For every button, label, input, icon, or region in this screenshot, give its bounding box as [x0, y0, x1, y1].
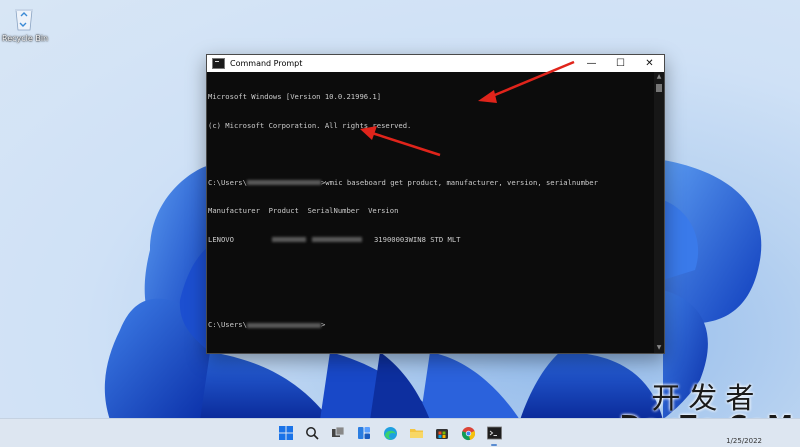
console-line-copyright: (c) Microsoft Corporation. All rights re…: [208, 120, 412, 130]
store-icon[interactable]: [432, 423, 452, 443]
command-prompt-window[interactable]: Command Prompt — ☐ ✕ Microsoft Windows […: [206, 54, 665, 354]
console-line-command: C:\Users\ >wmic baseboard get product, ma…: [208, 178, 654, 188]
scroll-down-icon[interactable]: ▼: [654, 343, 664, 353]
redacted-username-2: [246, 322, 321, 328]
recycle-bin-shortcut[interactable]: Recycle Bin: [2, 4, 49, 43]
recycle-bin-icon: [11, 4, 37, 32]
console-output[interactable]: Microsoft Windows [Version 10.0.21996.1]…: [207, 72, 654, 353]
search-icon[interactable]: [302, 423, 322, 443]
terminal-icon[interactable]: [484, 423, 504, 446]
edge-icon[interactable]: [380, 423, 400, 443]
version-value: 31900003WIN8 STD MLT: [373, 234, 461, 244]
prompt-caret: >: [320, 320, 326, 329]
prompt-path: C:\Users\: [208, 177, 247, 187]
recycle-bin-label: Recycle Bin: [2, 34, 49, 43]
prompt-path-2: C:\Users\: [208, 320, 247, 329]
redacted-username: [246, 180, 321, 185]
console-line-prompt: C:\Users\ >: [208, 320, 654, 330]
manufacturer-value: LENOVO: [208, 234, 234, 244]
system-date[interactable]: 1/25/2022: [726, 437, 762, 445]
widgets-icon[interactable]: [354, 423, 374, 443]
window-titlebar[interactable]: Command Prompt — ☐ ✕: [207, 55, 664, 72]
task-view-icon[interactable]: [328, 423, 348, 443]
file-explorer-icon[interactable]: [406, 423, 426, 443]
scroll-up-icon[interactable]: ▲: [654, 72, 664, 82]
maximize-button[interactable]: ☐: [606, 55, 635, 72]
chrome-icon[interactable]: [458, 423, 478, 443]
scroll-thumb[interactable]: [656, 84, 662, 92]
taskbar: 1/25/2022: [0, 418, 800, 447]
minimize-button[interactable]: —: [577, 55, 606, 72]
console-line-header: Manufacturer Product SerialNumber Versio…: [208, 206, 399, 215]
console-line-result: LENOVO 31900003WIN8 STD MLT: [208, 235, 654, 245]
redacted-product: [271, 237, 306, 242]
cmd-app-icon: [212, 58, 225, 69]
windows-start-icon[interactable]: [276, 423, 296, 443]
command-text: >wmic baseboard get product, manufacture…: [320, 177, 598, 187]
redacted-serial: [311, 237, 362, 242]
console-scrollbar[interactable]: ▲ ▼: [654, 72, 664, 353]
window-title: Command Prompt: [230, 59, 303, 68]
close-button[interactable]: ✕: [635, 55, 664, 72]
console-line-version: Microsoft Windows [Version 10.0.21996.1]: [208, 92, 382, 101]
